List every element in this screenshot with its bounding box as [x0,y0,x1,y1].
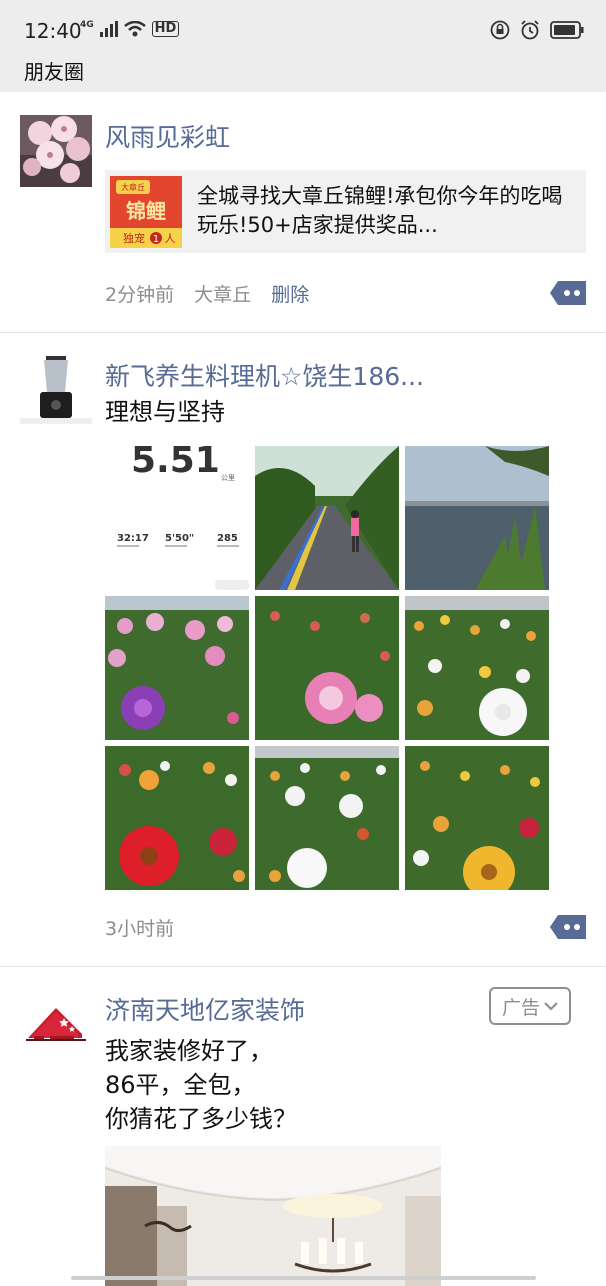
shared-link-card[interactable]: 大章丘 锦鲤 独宠 1 人 全城寻找大章丘锦鲤!承包你今年的吃喝玩乐!50+店家… [105,170,586,253]
post-text: 理想与坚持 [105,398,225,426]
comment-icon[interactable] [550,915,586,939]
avatar[interactable] [20,115,92,187]
photo-thumbnail[interactable] [105,746,249,890]
link-title: 全城寻找大章丘锦鲤!承包你今年的吃喝玩乐!50+店家提供奖品... [197,184,563,237]
status-right [490,20,584,40]
signal-icon [99,21,118,37]
post-text-line: 我家装修好了， [105,1037,273,1065]
post-text: 我家装修好了， 86平，全包， 你猜花了多少钱？ [105,1034,297,1136]
run-pace: 5'50" [165,533,194,544]
photo-thumbnail[interactable]: 5.51 公里 32:17 5'50" 285 [105,446,249,590]
run-unit: 公里 [221,474,235,482]
chevron-down-icon [544,1002,558,1011]
network-type: 4G [80,20,94,30]
photo-thumbnail[interactable] [255,446,399,590]
author-name[interactable]: 风雨见彩虹 [105,118,230,154]
hd-icon: HD [151,21,180,37]
photo-thumbnail[interactable] [105,596,249,740]
wifi-icon [123,21,146,37]
author-name[interactable]: 济南天地亿家装饰 [105,991,305,1027]
ad-badge[interactable]: 广告 [489,987,571,1025]
photo-thumbnail[interactable] [405,446,549,590]
run-distance: 5.51 [131,446,220,481]
signal-group: 4G HD [80,20,180,37]
lock-rotation-icon [490,20,510,40]
status-bar: 12:40 4G HD [0,0,606,56]
post-text-line: 86平，全包， [105,1071,256,1099]
link-thumbnail: 大章丘 锦鲤 独宠 1 人 [110,176,182,248]
thumb-text: 1 [153,234,159,245]
page-title: 朋友圈 [24,60,84,84]
status-time: 12:40 [24,19,82,43]
post-text-line: 你猜花了多少钱？ [105,1105,297,1133]
avatar[interactable] [20,994,92,1066]
post-time: 2分钟前 [105,284,175,306]
run-duration: 32:17 [117,533,149,544]
photo-thumbnail[interactable] [405,596,549,740]
author-name[interactable]: 新飞养生料理机☆饶生186... [105,357,424,393]
battery-icon [550,21,584,39]
ad-image[interactable] [105,1146,441,1286]
avatar[interactable] [20,352,92,424]
photo-thumbnail[interactable] [255,596,399,740]
delete-button[interactable]: 删除 [271,284,309,306]
divider [0,332,606,333]
photo-thumbnail[interactable] [405,746,549,890]
post-time: 3小时前 [105,918,175,940]
thumb-text: 人 [165,232,176,245]
post-meta: 3小时前 [105,914,188,941]
thumb-text: 独宠 [123,231,145,245]
thumb-text: 大章丘 [121,182,145,192]
comment-icon[interactable] [550,281,586,305]
post-meta: 2分钟前 大章丘 删除 [105,280,323,307]
photo-thumbnail[interactable] [255,746,399,890]
ad-label: 广告 [501,996,540,1019]
home-indicator [71,1276,536,1280]
post-location[interactable]: 大章丘 [194,284,251,306]
run-calories: 285 [217,533,238,544]
thumb-text: 锦鲤 [126,199,166,223]
nav-bar: 朋友圈 [0,56,606,92]
alarm-icon [521,20,539,40]
divider [0,966,606,967]
